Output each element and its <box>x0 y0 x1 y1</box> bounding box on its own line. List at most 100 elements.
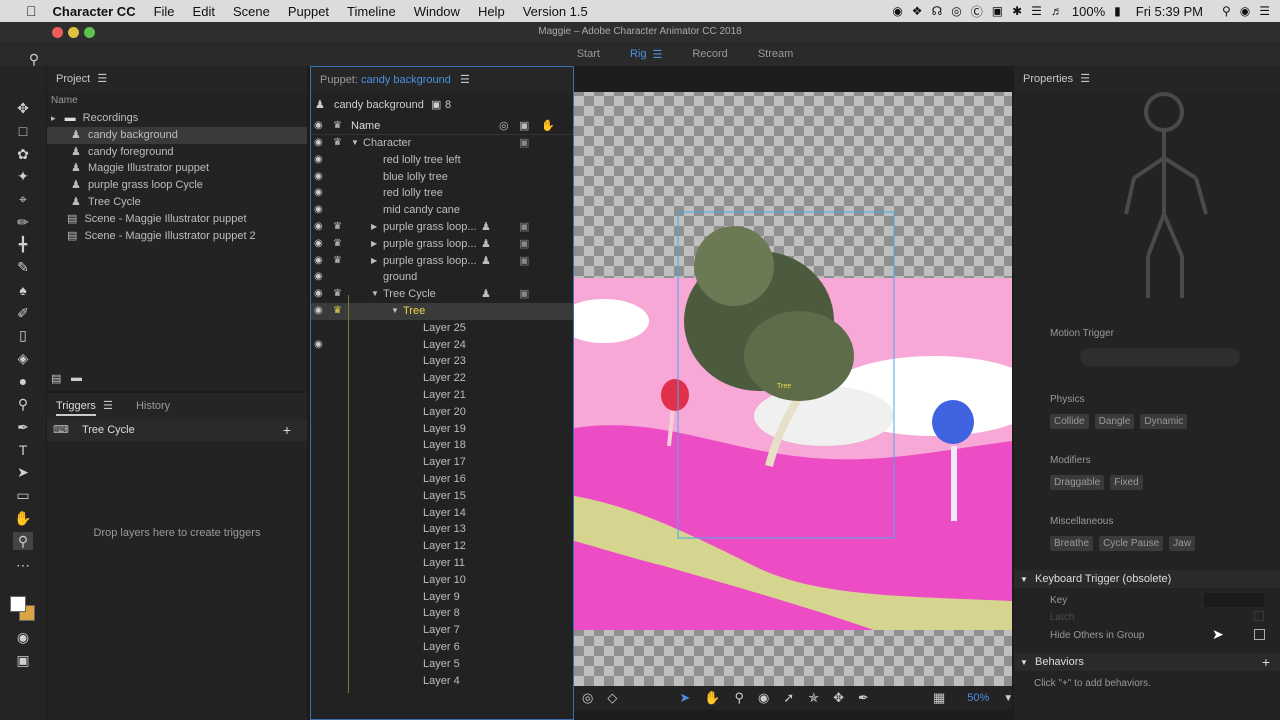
visibility-eye-icon[interactable]: ◉ <box>314 236 323 253</box>
wifi-icon[interactable]: ☰ <box>1031 4 1042 18</box>
blur-icon[interactable]: ● <box>13 372 33 390</box>
jaw-button[interactable]: Jaw <box>1169 536 1196 551</box>
app-menu[interactable]: Character CC <box>53 4 136 19</box>
layer-row[interactable]: Layer 4 <box>311 673 573 690</box>
more-tools-icon[interactable]: ⋯ <box>13 556 33 574</box>
apple-icon[interactable]:  <box>26 3 37 19</box>
foreground-color-swatch[interactable] <box>10 596 26 612</box>
layer-row[interactable]: Layer 9 <box>311 589 573 606</box>
visibility-eye-icon[interactable]: ◉ <box>314 269 323 286</box>
panel-menu-icon[interactable]: ☰ <box>1080 73 1090 85</box>
rig-menu-icon[interactable]: ☰ <box>652 48 662 61</box>
key-input[interactable] <box>1204 593 1264 607</box>
scene-canvas[interactable]: Tree <box>574 66 1012 720</box>
layer-row[interactable]: Layer 12 <box>311 538 573 555</box>
crown-icon[interactable]: ♛ <box>333 236 342 253</box>
volume-icon[interactable]: ♬ <box>1051 4 1063 18</box>
layer-row[interactable]: ◉ ♛ ▼ Character ▣ <box>311 135 573 152</box>
layer-row[interactable]: Layer 16 <box>311 471 573 488</box>
visibility-eye-icon[interactable]: ◉ <box>314 185 323 202</box>
menu-version[interactable]: Version 1.5 <box>523 4 588 19</box>
layer-row[interactable]: ◉ ♛ ▼ Tree <box>311 302 573 320</box>
keyboard-trigger-header[interactable]: ▼ Keyboard Trigger (obsolete) <box>1014 570 1280 588</box>
search-icon[interactable]: ⚲ <box>24 50 44 68</box>
crown-icon[interactable]: ♛ <box>333 253 342 270</box>
layer-row[interactable]: Layer 21 <box>311 387 573 404</box>
healing-icon[interactable]: ╋ <box>13 235 33 253</box>
layer-row[interactable]: Layer 18 <box>311 437 573 454</box>
stroke-tool-icon[interactable]: ✒ <box>858 690 869 706</box>
add-behavior-button[interactable]: + <box>1262 653 1270 671</box>
layer-row[interactable]: Layer 17 <box>311 454 573 471</box>
crown-icon[interactable]: ♛ <box>333 135 342 152</box>
siri-icon[interactable]: ◉ <box>1240 4 1250 18</box>
transparency-toggle-icon[interactable]: ▦ <box>933 690 945 706</box>
zoom-level[interactable]: 50% <box>967 692 989 704</box>
menu-help[interactable]: Help <box>478 4 505 19</box>
layer-row[interactable]: Layer 23 <box>311 353 573 370</box>
visibility-eye-icon[interactable]: ◉ <box>314 303 323 320</box>
panel-menu-icon[interactable]: ☰ <box>460 74 470 86</box>
stick-tool-icon[interactable]: ➚ <box>783 690 794 706</box>
layer-row[interactable]: ◉ blue lolly tree <box>311 169 573 186</box>
puppet-row[interactable]: ♟ candy background ▣ 8 <box>311 93 573 117</box>
zoom-icon[interactable]: ⚲ <box>13 532 33 550</box>
layer-row[interactable]: Layer 11 <box>311 555 573 572</box>
dodge-icon[interactable]: ⚲ <box>13 395 33 413</box>
dangle-button[interactable]: Dangle <box>1094 414 1135 429</box>
bucket-icon[interactable]: ◈ <box>13 349 33 367</box>
behaviors-header[interactable]: ▼ Behaviors + <box>1014 653 1280 671</box>
tab-record[interactable]: Record <box>692 48 727 60</box>
tab-history[interactable]: History <box>136 400 170 412</box>
dropbox-icon[interactable]: ❖ <box>912 4 923 18</box>
crop-tool-icon[interactable]: ⌖ <box>13 190 33 208</box>
shape-icon[interactable]: ◇ <box>607 690 617 706</box>
menu-scene[interactable]: Scene <box>233 4 270 19</box>
pen-icon[interactable]: ✒ <box>13 418 33 436</box>
record-col-icon[interactable]: ◎ <box>499 117 509 135</box>
list-item[interactable]: ▤ Scene - Maggie Illustrator puppet 2 <box>47 228 307 245</box>
new-folder-icon[interactable]: ▬ <box>71 372 82 384</box>
dynamic-button[interactable]: Dynamic <box>1140 414 1188 429</box>
screen-mode-icon[interactable]: ▣ <box>13 651 33 669</box>
menu-window[interactable]: Window <box>414 4 460 19</box>
chevron-down-icon[interactable]: ▼ <box>1003 693 1013 704</box>
dragger-tool-icon[interactable]: ✥ <box>833 690 844 706</box>
list-item[interactable]: ▸ ▬ Recordings <box>47 110 307 127</box>
visibility-eye-icon[interactable]: ◉ <box>314 135 323 152</box>
bluetooth-icon[interactable]: ✱ <box>1012 4 1022 18</box>
eye-icon[interactable]: ◉ <box>314 117 323 135</box>
marquee-tool-icon[interactable]: □ <box>13 122 33 140</box>
eraser-icon[interactable]: ▯ <box>13 326 33 344</box>
layer-row[interactable]: Layer 13 <box>311 521 573 538</box>
quick-mask-icon[interactable]: ◉ <box>13 628 33 646</box>
latch-checkbox[interactable] <box>1254 611 1264 621</box>
layer-row[interactable]: Layer 8 <box>311 605 573 622</box>
layer-row[interactable]: ◉ ♛ ▶ purple grass loop... ♟ ▣ <box>311 236 573 253</box>
visibility-eye-icon[interactable]: ◉ <box>314 169 323 186</box>
close-window-button[interactable] <box>52 27 63 38</box>
visibility-eye-icon[interactable]: ◉ <box>314 219 323 236</box>
list-item[interactable]: ♟ candy foreground <box>47 144 307 161</box>
stamp-icon[interactable]: ♠ <box>13 281 33 299</box>
disclosure-icon[interactable]: ▶ <box>371 253 377 270</box>
zoom-tool-icon[interactable]: ⚲ <box>734 690 744 706</box>
visibility-eye-icon[interactable]: ◉ <box>314 286 323 303</box>
breathe-button[interactable]: Breathe <box>1050 536 1094 551</box>
eyedropper-icon[interactable]: ✏ <box>13 213 33 231</box>
crown-icon[interactable]: ♛ <box>333 219 342 236</box>
trigger-row[interactable]: ⌨ Tree Cycle + <box>47 419 307 441</box>
project-column-name[interactable]: Name <box>47 92 307 110</box>
s-icon[interactable]: Ⓒ <box>971 3 983 20</box>
fixed-button[interactable]: Fixed <box>1110 475 1143 490</box>
project-title[interactable]: Project <box>56 73 90 85</box>
draggable-button[interactable]: Draggable <box>1050 475 1105 490</box>
move-tool-icon[interactable]: ✥ <box>13 99 33 117</box>
visibility-eye-icon[interactable]: ◉ <box>314 337 323 354</box>
puppet-name[interactable]: candy background <box>361 74 451 86</box>
list-item[interactable]: ♟ purple grass loop Cycle <box>47 177 307 194</box>
battery-percent[interactable]: 100% <box>1072 4 1105 19</box>
crown-icon[interactable]: ♛ <box>333 286 342 303</box>
layer-row[interactable]: ◉ Layer 24 <box>311 337 573 354</box>
visibility-eye-icon[interactable]: ◉ <box>314 152 323 169</box>
